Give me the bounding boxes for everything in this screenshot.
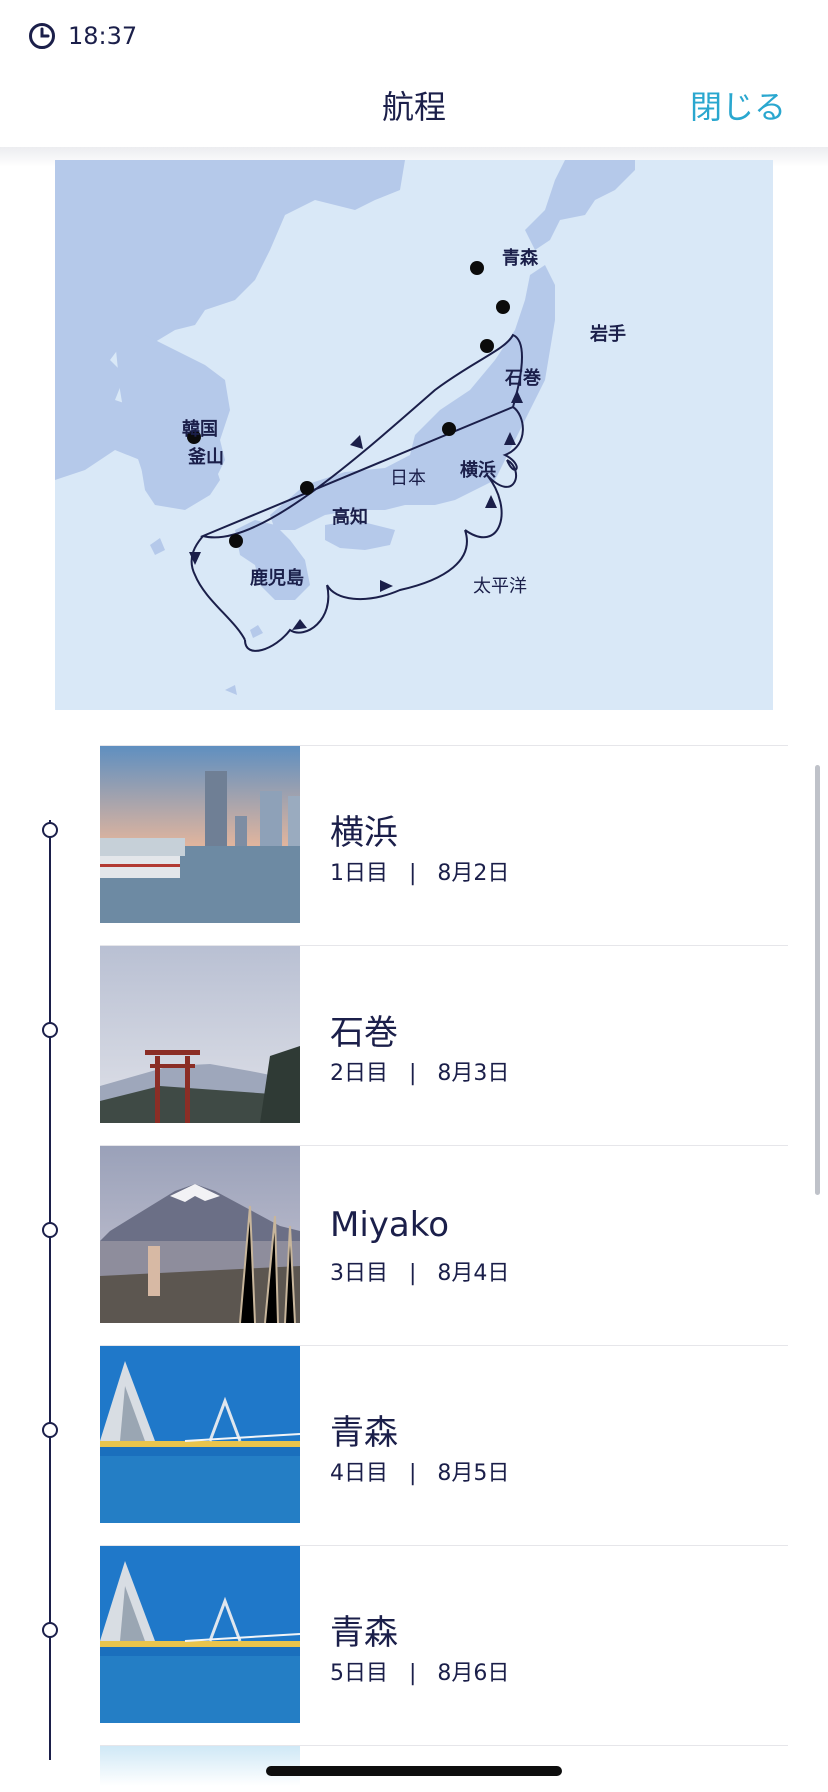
- port-day-date: 1日目 | 8月2日: [330, 861, 510, 886]
- itinerary-item[interactable]: Miyako 3日目 | 8月4日: [0, 1145, 828, 1345]
- port-day-date: 2日目 | 8月3日: [330, 1061, 510, 1086]
- land-mainland: [55, 160, 405, 510]
- port-photo: [100, 746, 300, 923]
- status-bar: 18:37: [0, 0, 828, 70]
- map-label-yokohama: 横浜: [460, 460, 496, 481]
- route-arrow: [485, 495, 497, 508]
- map-label-busan: 釜山: [188, 447, 224, 468]
- port-marker-kagoshima: [229, 534, 243, 548]
- itinerary-item[interactable]: 青森 4日目 | 8月5日: [0, 1345, 828, 1545]
- route-arrow: [292, 619, 307, 630]
- timeline-dot: [42, 822, 58, 838]
- map-label-korea: 韓国: [182, 419, 218, 440]
- timeline-dot: [42, 1022, 58, 1038]
- map-label-pacific: 太平洋: [473, 576, 527, 597]
- map-label-iwate: 岩手: [590, 324, 626, 345]
- itinerary-item[interactable]: 横浜 1日目 | 8月2日: [0, 745, 828, 945]
- home-indicator[interactable]: [266, 1766, 562, 1776]
- timeline-dot: [42, 1222, 58, 1238]
- itinerary-item[interactable]: 青森 5日目 | 8月6日: [0, 1545, 828, 1745]
- map-label-japan: 日本: [390, 468, 426, 489]
- port-photo: [100, 1146, 300, 1323]
- port-marker-ishinomaki: [480, 339, 494, 353]
- header: 航程 閉じる: [0, 70, 828, 147]
- map-label-kagoshima: 鹿児島: [250, 568, 304, 589]
- map-graphic: [55, 160, 635, 695]
- port-name: 青森: [330, 1413, 398, 1453]
- timeline-dot: [42, 1622, 58, 1638]
- route-map: 青森 岩手 石巻 韓国 釜山 日本 横浜 高知 鹿児島 太平洋: [55, 160, 773, 710]
- port-name: Miyako: [330, 1205, 450, 1245]
- itinerary-item-partial[interactable]: [0, 1745, 828, 1786]
- port-day-date: 4日目 | 8月5日: [330, 1461, 510, 1486]
- port-photo: [100, 1346, 300, 1523]
- port-marker-iwate: [496, 300, 510, 314]
- map-label-aomori: 青森: [502, 248, 538, 269]
- port-photo: [100, 946, 300, 1123]
- port-name: 石巻: [330, 1013, 398, 1053]
- port-marker-aomori: [470, 261, 484, 275]
- scrollbar[interactable]: [815, 765, 820, 1195]
- port-marker-kochi: [300, 481, 314, 495]
- map-label-ishinomaki: 石巻: [505, 368, 541, 389]
- map-label-kochi: 高知: [332, 507, 368, 528]
- port-photo: [100, 1546, 300, 1723]
- route-arrow: [380, 580, 393, 592]
- timeline-dot: [42, 1422, 58, 1438]
- land-islands: [150, 538, 263, 695]
- clock-icon: [29, 23, 55, 49]
- port-day-date: 3日目 | 8月4日: [330, 1261, 510, 1286]
- port-name: 青森: [330, 1613, 398, 1653]
- route-arrow: [350, 435, 363, 449]
- port-name: 横浜: [330, 813, 398, 853]
- itinerary-item[interactable]: 石巻 2日目 | 8月3日: [0, 945, 828, 1145]
- status-time: 18:37: [68, 22, 138, 50]
- close-button[interactable]: 閉じる: [690, 82, 786, 128]
- port-day-date: 5日目 | 8月6日: [330, 1661, 510, 1686]
- port-marker-yokohama: [442, 422, 456, 436]
- land-hokkaido: [525, 160, 635, 250]
